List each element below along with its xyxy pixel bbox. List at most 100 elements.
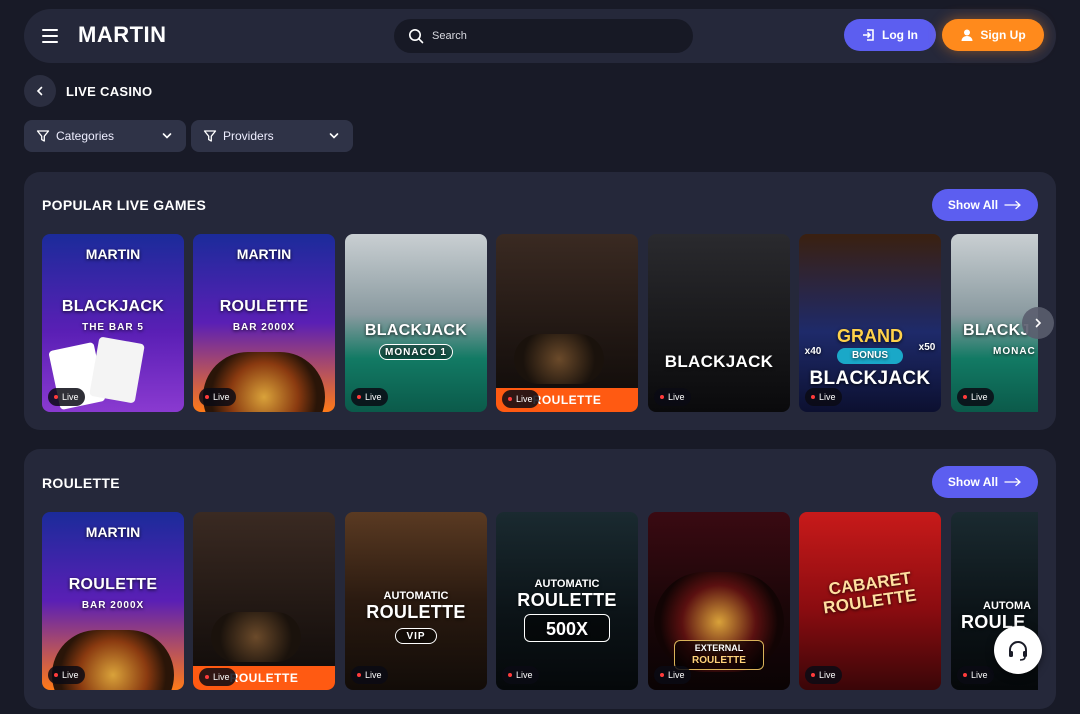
headset-icon	[1009, 641, 1027, 661]
game-tile[interactable]: EXTERNAL ROULETTE Live	[648, 512, 790, 690]
game-tile[interactable]: ROULETTE Live	[496, 234, 638, 412]
login-icon	[863, 29, 874, 41]
chevron-down-icon	[162, 133, 172, 139]
filter-icon	[203, 130, 217, 142]
live-badge: Live	[957, 666, 994, 684]
game-tile[interactable]: ROULETTE Live	[193, 512, 335, 690]
game-tile[interactable]: BLACKJACK Live	[648, 234, 790, 412]
games-row: MARTIN BLACKJACK THE BAR 5 Live MARTIN R…	[42, 234, 1038, 412]
tile-sub: MONACO 1	[385, 347, 447, 358]
game-tile[interactable]: MARTIN ROULETTE BAR 2000X Live	[193, 234, 335, 412]
user-icon	[961, 29, 973, 41]
tile-name: ROULETTE	[219, 298, 309, 315]
tile-name: ROULETTE	[517, 590, 617, 610]
tile-name: BLACKJACK	[664, 352, 774, 371]
games-row: MARTIN ROULETTE BAR 2000X Live ROULETTE …	[42, 512, 1038, 690]
login-button[interactable]: Log In	[844, 19, 936, 51]
game-tile[interactable]: AUTOMATIC ROULETTE 500X Live	[496, 512, 638, 690]
show-all-label: Show All	[947, 198, 999, 212]
signup-button[interactable]: Sign Up	[942, 19, 1044, 51]
live-badge: Live	[502, 390, 539, 408]
live-badge: Live	[48, 666, 85, 684]
providers-label: Providers	[223, 129, 274, 143]
tile-sub-frame: 500X	[524, 614, 610, 642]
tile-name: ROULETTE	[68, 576, 158, 593]
tile-brand: MARTIN	[85, 524, 141, 540]
live-badge: Live	[957, 388, 994, 406]
roulette-wheel	[514, 334, 604, 384]
roulette-section: ROULETTE Show All MARTIN ROULETTE BAR 20…	[24, 449, 1056, 709]
live-badge: Live	[502, 666, 539, 684]
categories-label: Categories	[56, 129, 115, 143]
support-chat-button[interactable]	[994, 626, 1042, 674]
tile-sub: THE BAR 5	[82, 322, 144, 333]
back-button[interactable]	[24, 75, 56, 107]
roulette-wheel	[211, 612, 301, 662]
search-icon	[409, 29, 424, 44]
brand-logo[interactable]: MARTIN	[78, 22, 167, 48]
tile-top: EXTERNAL	[694, 643, 744, 653]
live-badge: Live	[199, 668, 236, 686]
tile-name: BLACKJACK	[61, 298, 165, 315]
live-badge: Live	[805, 666, 842, 684]
signup-label: Sign Up	[980, 28, 1026, 42]
top-header: MARTIN Search Log In Sign Up	[24, 9, 1056, 63]
game-tile[interactable]: BLACKJACK MONACO 1 Live	[345, 234, 487, 412]
tile-top: AUTOMATIC	[383, 590, 449, 602]
section-title: POPULAR LIVE GAMES	[42, 197, 207, 213]
game-tile[interactable]: AUTOMATIC ROULETTE VIP Live	[345, 512, 487, 690]
playing-card	[89, 336, 145, 404]
chevron-down-icon	[329, 133, 339, 139]
tile-name: BLACKJACK	[809, 368, 931, 389]
live-badge: Live	[199, 388, 236, 406]
tile-name: ROULETTE	[366, 602, 466, 622]
game-tile[interactable]: CABARET ROULETTE Live	[799, 512, 941, 690]
login-label: Log In	[882, 28, 918, 42]
carousel-next-button[interactable]	[1022, 307, 1054, 339]
tile-name: BLACKJACK	[364, 322, 468, 339]
arrow-right-icon	[1004, 200, 1022, 210]
tile-mid: BONUS	[851, 350, 889, 361]
game-tile[interactable]: GRAND BONUS x40 x50 BLACKJACK Live	[799, 234, 941, 412]
show-all-button[interactable]: Show All	[932, 189, 1038, 221]
live-badge: Live	[351, 388, 388, 406]
filter-icon	[36, 130, 50, 142]
tile-sub-frame: VIP	[395, 628, 437, 644]
tile-sub: VIP	[406, 631, 426, 642]
providers-filter[interactable]: Providers	[191, 120, 353, 152]
bonus-pill: BONUS	[837, 348, 903, 364]
section-title: ROULETTE	[42, 475, 120, 491]
brand-logo-text: MARTIN	[78, 22, 167, 47]
arrow-right-icon	[1004, 477, 1022, 487]
live-badge: Live	[654, 666, 691, 684]
tile-label-frame: EXTERNAL ROULETTE	[674, 640, 764, 670]
game-tile[interactable]: MARTIN ROULETTE BAR 2000X Live	[42, 512, 184, 690]
tile-top: AUTOMATIC	[534, 578, 600, 590]
tile-brand: MARTIN	[236, 246, 292, 262]
live-badge: Live	[351, 666, 388, 684]
tile-brand: MARTIN	[85, 246, 141, 262]
menu-icon[interactable]	[42, 29, 58, 43]
tile-sub-frame: MONACO 1	[379, 344, 453, 360]
live-badge: Live	[805, 388, 842, 406]
tile-sub: BAR 2000X	[81, 600, 145, 611]
tile-sub: 500X	[545, 619, 589, 639]
categories-filter[interactable]: Categories	[24, 120, 186, 152]
live-badge: Live	[654, 388, 691, 406]
tile-name: ROULETTE	[692, 655, 746, 666]
game-tile[interactable]: MARTIN BLACKJACK THE BAR 5 Live	[42, 234, 184, 412]
popular-live-games-section: POPULAR LIVE GAMES Show All MARTIN BLACK…	[24, 172, 1056, 430]
show-all-label: Show All	[947, 475, 999, 489]
tile-sub: BAR 2000X	[232, 322, 296, 333]
chevron-right-icon	[1035, 318, 1042, 328]
tile-top: AUTOMA	[983, 600, 1032, 612]
search-input[interactable]: Search	[394, 19, 693, 53]
show-all-button[interactable]: Show All	[932, 466, 1038, 498]
tile-mult-right: x50	[918, 342, 936, 353]
chevron-left-icon	[36, 86, 43, 96]
page-title: LIVE CASINO	[66, 84, 153, 99]
live-badge: Live	[48, 388, 85, 406]
tile-sub: MONAC	[993, 346, 1036, 357]
tile-mult-left: x40	[804, 346, 822, 357]
search-placeholder: Search	[432, 30, 467, 42]
